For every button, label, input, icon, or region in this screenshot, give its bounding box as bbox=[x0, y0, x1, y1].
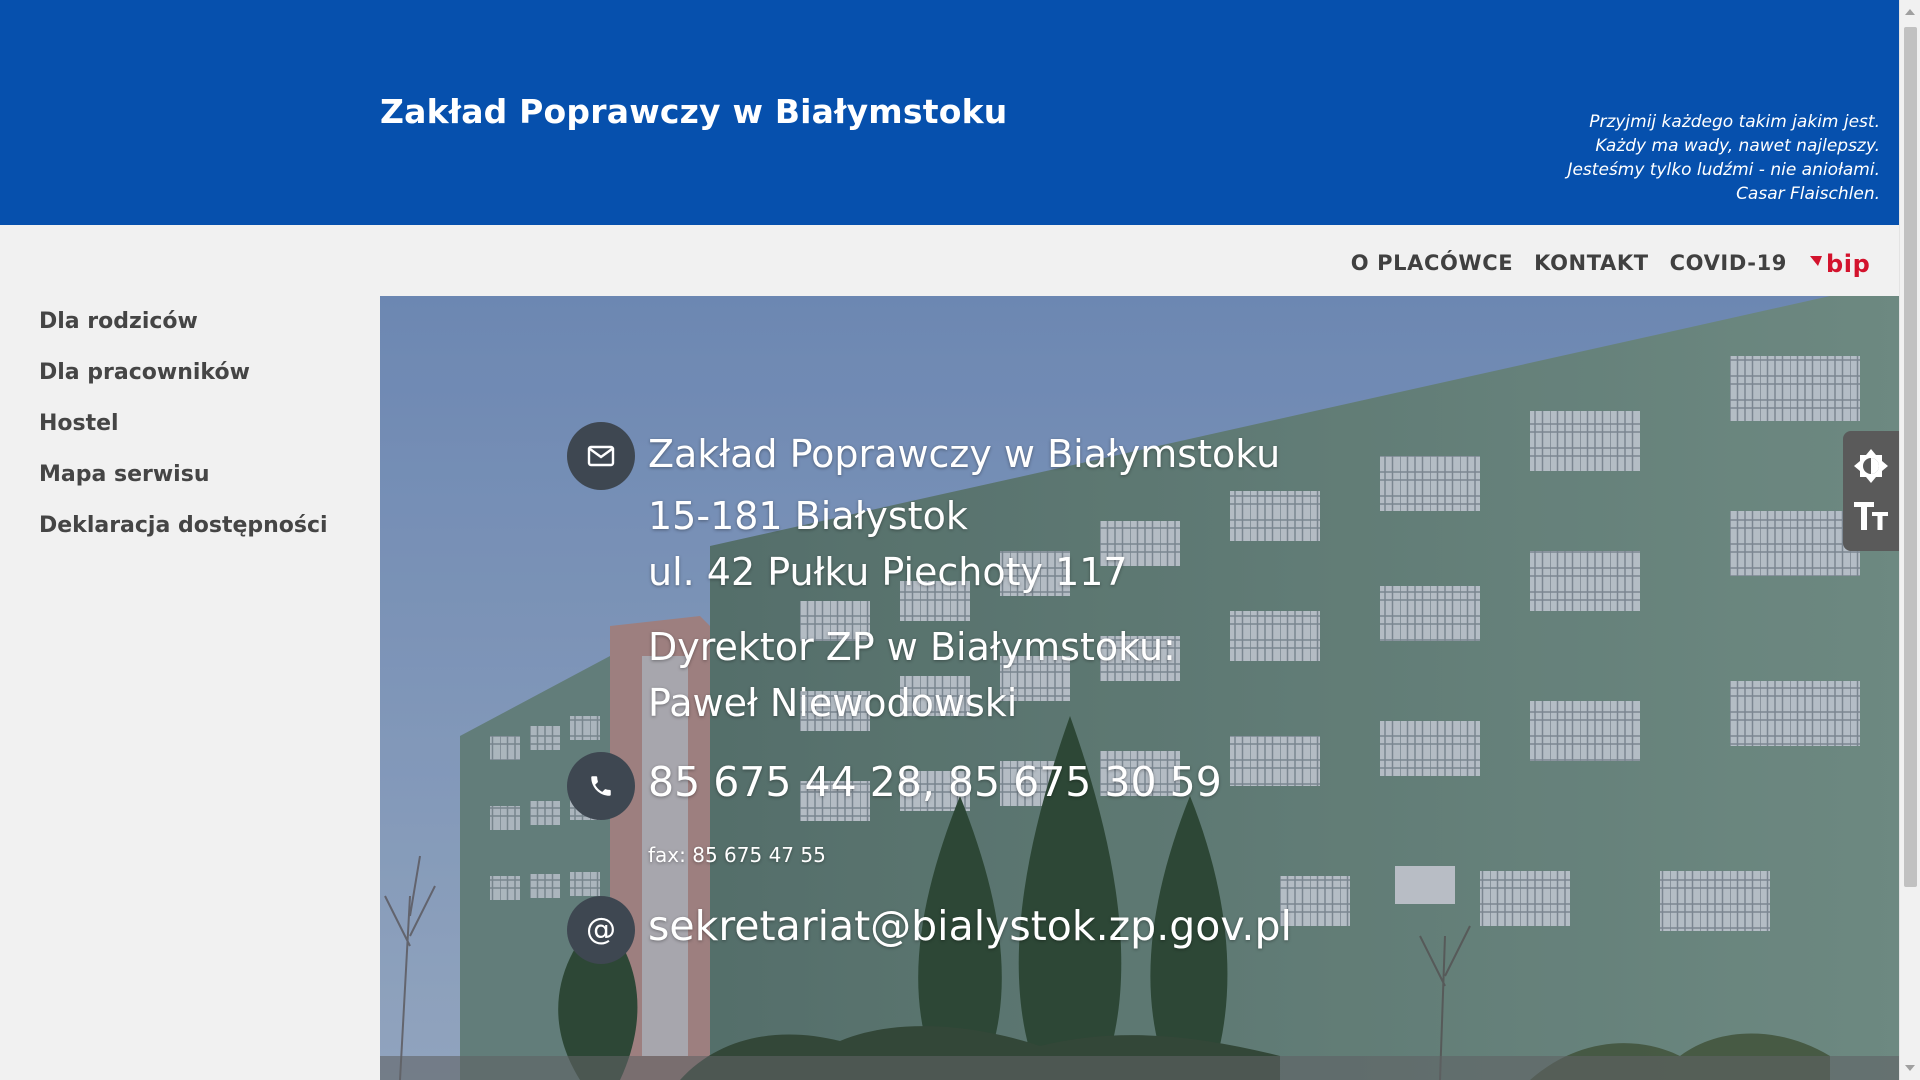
site-title-link[interactable]: Zakład Poprawczy w Białymstoku bbox=[380, 92, 1007, 131]
quote-line: Jesteśmy tylko ludźmi - nie aniołami. bbox=[1567, 160, 1880, 180]
contrast-toggle-button[interactable] bbox=[1851, 446, 1891, 486]
bip-logo: bip bbox=[1810, 250, 1870, 278]
accessibility-widget bbox=[1843, 431, 1899, 551]
text-size-icon bbox=[1854, 502, 1888, 530]
phone-icon bbox=[567, 752, 635, 820]
site-header: Zakład Poprawczy w Białymstoku Przyjmij … bbox=[0, 0, 1899, 225]
nav-item-covid-19[interactable]: COVID-19 bbox=[1670, 251, 1787, 275]
contact-street: ul. 42 Pułku Piechoty 117 bbox=[648, 550, 1128, 594]
email-link[interactable]: sekretariat@bialystok.zp.gov.pl bbox=[648, 901, 1292, 951]
phone-numbers[interactable]: 85 675 44 28, 85 675 30 59 bbox=[648, 757, 1222, 807]
page: Zakład Poprawczy w Białymstoku Przyjmij … bbox=[0, 0, 1920, 1080]
bip-logo-link[interactable]: bip bbox=[1808, 248, 1870, 278]
sidebar-item-deklaracja-dostepnosci[interactable]: Deklaracja dostępności bbox=[39, 510, 359, 561]
quote-line: Każdy ma wady, nawet najlepszy. bbox=[1595, 136, 1880, 156]
nav-item-o-placowce[interactable]: O PLACÓWCE bbox=[1351, 251, 1513, 275]
sidebar-item-mapa-serwisu[interactable]: Mapa serwisu bbox=[39, 459, 359, 510]
envelope-icon bbox=[567, 422, 635, 490]
scroll-up-icon[interactable] bbox=[1905, 9, 1915, 15]
quote-line: Przyjmij każdego takim jakim jest. bbox=[1589, 112, 1880, 132]
sidebar-item-dla-pracownikow[interactable]: Dla pracowników bbox=[39, 357, 359, 408]
header-quote: Przyjmij każdego takim jakim jest. Każdy… bbox=[1567, 110, 1880, 206]
sidebar-item-hostel[interactable]: Hostel bbox=[39, 408, 359, 459]
at-icon: @ bbox=[567, 896, 635, 964]
bip-text: bip bbox=[1826, 250, 1870, 278]
sidebar-item-dla-rodzicow[interactable]: Dla rodziców bbox=[39, 306, 359, 357]
nav-item-kontakt[interactable]: KONTAKT bbox=[1534, 251, 1649, 275]
font-size-button[interactable] bbox=[1851, 496, 1891, 536]
vertical-scrollbar[interactable] bbox=[1899, 0, 1920, 1080]
director-name: Paweł Niewodowski bbox=[648, 681, 1018, 725]
scroll-thumb[interactable] bbox=[1904, 27, 1917, 887]
top-nav: O PLACÓWCE KONTAKT COVID-19 bip bbox=[1330, 248, 1870, 278]
contrast-icon bbox=[1854, 449, 1888, 483]
quote-author: Casar Flaischlen. bbox=[1736, 184, 1880, 204]
hero-contact: Zakład Poprawczy w Białymstoku 15-181 Bi… bbox=[380, 296, 1899, 1080]
scroll-down-icon[interactable] bbox=[1905, 1065, 1915, 1071]
sidebar: Dla rodziców Dla pracowników Hostel Mapa… bbox=[39, 306, 359, 561]
contact-name: Zakład Poprawczy w Białymstoku bbox=[648, 432, 1281, 476]
contact-postal: 15-181 Białystok bbox=[648, 494, 968, 538]
director-title: Dyrektor ZP w Białymstoku: bbox=[648, 625, 1176, 669]
fax-number: fax: 85 675 47 55 bbox=[648, 843, 826, 867]
